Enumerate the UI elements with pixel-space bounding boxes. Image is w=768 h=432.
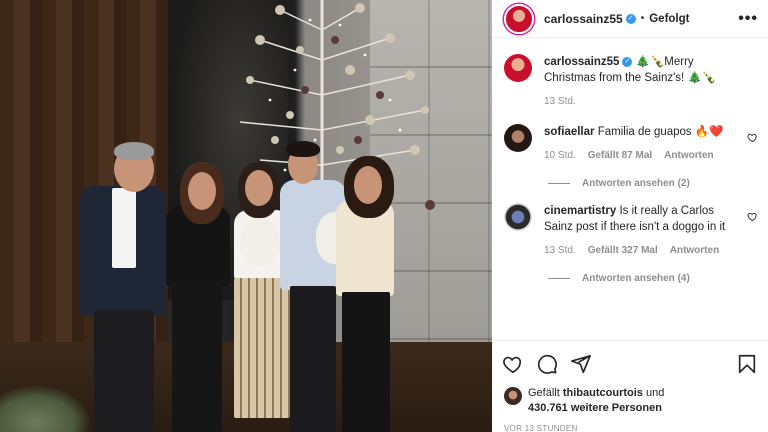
commenter-avatar[interactable] <box>504 203 532 231</box>
likes-others[interactable]: 430.761 weitere Personen <box>528 402 662 414</box>
reply-button[interactable]: Antworten <box>670 243 719 259</box>
caption-emojis-end: 🎄🍾 <box>687 72 717 84</box>
more-options-icon[interactable]: ••• <box>738 10 758 28</box>
plant <box>0 386 90 432</box>
comments-list[interactable]: carlossainz55 ✓ 🎄🍾Merry Christmas from th… <box>492 38 768 338</box>
view-replies-button[interactable]: Antworten ansehen (2) <box>548 178 768 189</box>
author-username[interactable]: carlossainz55 <box>544 12 623 26</box>
comment-username[interactable]: sofiaellar <box>544 126 595 138</box>
caption-avatar[interactable] <box>504 54 532 82</box>
likes-prefix: Gefällt <box>528 387 560 399</box>
comment-like-heart-icon[interactable] <box>747 132 758 143</box>
caption-time[interactable]: 13 Std. <box>544 94 576 110</box>
comment-time[interactable]: 13 Std. <box>544 243 576 259</box>
post-timestamp[interactable]: VOR 13 STUNDEN <box>504 424 578 432</box>
verified-badge-icon: ✓ <box>625 13 636 24</box>
caption-emojis: 🎄🍾 <box>635 56 665 68</box>
replies-line <box>548 183 570 184</box>
verified-badge-icon: ✓ <box>622 56 633 67</box>
view-replies-label: Antworten ansehen (2) <box>582 178 690 189</box>
likes-connector: und <box>645 387 665 399</box>
post-header: carlossainz55 ✓ • Gefolgt ••• <box>492 0 768 38</box>
follow-status-button[interactable]: Gefolgt <box>649 13 689 25</box>
comment-item: sofiaellar Familia de guapos 🔥❤️ 10 Std.… <box>492 110 768 164</box>
comment-icon[interactable] <box>536 353 558 375</box>
author-avatar[interactable] <box>504 3 534 34</box>
comment-likes[interactable]: Gefällt 87 Mal <box>588 148 652 164</box>
comment-username[interactable]: cinemartistry <box>544 205 616 217</box>
view-replies-label: Antworten ansehen (4) <box>582 273 690 284</box>
bookmark-icon[interactable] <box>736 353 758 375</box>
replies-line <box>548 278 570 279</box>
comment-likes[interactable]: Gefällt 327 Mal <box>588 243 658 259</box>
liker-avatar[interactable] <box>504 387 522 405</box>
share-icon[interactable] <box>570 353 592 375</box>
comment-like-heart-icon[interactable] <box>747 211 758 222</box>
liked-by-username[interactable]: thibautcourtois <box>563 387 643 399</box>
caption: carlossainz55 ✓ 🎄🍾Merry Christmas from th… <box>492 38 768 110</box>
separator-dot: • <box>640 13 645 24</box>
commenter-avatar[interactable] <box>504 124 532 152</box>
comment-item: cinemartistry Is it really a Carlos Sain… <box>492 189 768 259</box>
caption-username[interactable]: carlossainz55 <box>544 56 619 68</box>
likes-summary: Gefällt thibautcourtois und 430.761 weit… <box>504 386 664 416</box>
action-bar <box>492 340 768 386</box>
reply-button[interactable]: Antworten <box>664 148 713 164</box>
comment-text: Familia de guapos 🔥❤️ <box>597 126 724 138</box>
view-replies-button[interactable]: Antworten ansehen (4) <box>548 273 768 284</box>
post-photo[interactable] <box>0 0 492 432</box>
heart-icon[interactable] <box>502 353 524 375</box>
comment-time[interactable]: 10 Std. <box>544 148 576 164</box>
post-side-panel: carlossainz55 ✓ • Gefolgt ••• carlossain… <box>492 0 768 432</box>
